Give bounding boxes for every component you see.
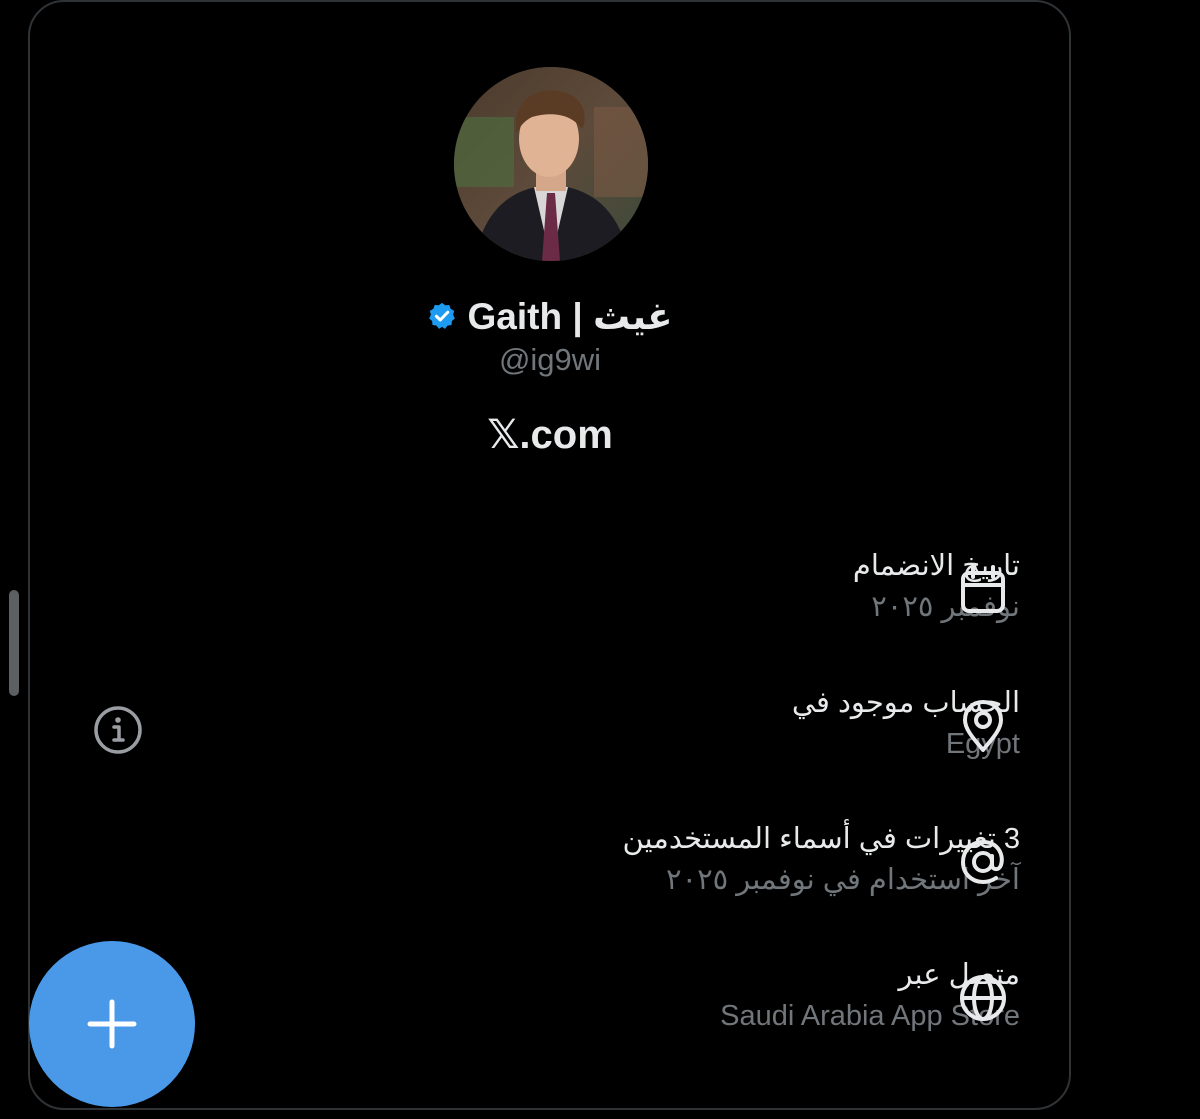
username-changes-row: 3 تغييرات في أسماء المستخدمين آخر استخدا… xyxy=(420,819,1020,901)
account-location-row: الحساب موجود في Egypt xyxy=(420,683,1020,765)
screen: Gaith | غيث @ig9wi 𝕏.com تاريخ الانضمام … xyxy=(0,0,1200,1119)
at-sign-icon xyxy=(960,839,1004,885)
username-changes-value: آخر استخدام في نوفمبر ٢٠٢٥ xyxy=(665,864,1020,896)
connected-via-label: متصل عبر xyxy=(898,959,1020,991)
avatar xyxy=(454,67,648,261)
website-link[interactable]: 𝕏.com xyxy=(400,412,700,458)
account-location-value: Egypt xyxy=(945,728,1020,760)
scroll-handle[interactable] xyxy=(9,590,19,696)
joined-date-label: تاريخ الانضمام xyxy=(852,550,1020,582)
account-location-label: الحساب موجود في xyxy=(791,687,1020,719)
username-changes-label: 3 تغييرات في أسماء المستخدمين xyxy=(622,823,1020,855)
joined-date-row: تاريخ الانضمام نوفمبر ٢٠٢٥ xyxy=(420,546,1020,628)
calendar-icon xyxy=(961,565,1005,613)
info-icon[interactable] xyxy=(92,704,144,756)
globe-icon xyxy=(960,975,1006,1021)
plus-icon xyxy=(87,999,137,1049)
connected-via-row: متصل عبر Saudi Arabia App Store xyxy=(420,955,1020,1037)
connected-via-value: Saudi Arabia App Store xyxy=(720,1000,1020,1032)
compose-button[interactable] xyxy=(29,941,195,1107)
display-name-row: Gaith | غيث xyxy=(380,288,720,344)
username-handle[interactable]: @ig9wi xyxy=(400,342,700,378)
location-pin-icon xyxy=(963,700,1003,752)
joined-date-value: نوفمبر ٢٠٢٥ xyxy=(871,591,1020,623)
verified-badge-icon xyxy=(429,302,456,329)
avatar-photo xyxy=(454,67,648,261)
display-name: Gaith | غيث xyxy=(467,295,673,337)
